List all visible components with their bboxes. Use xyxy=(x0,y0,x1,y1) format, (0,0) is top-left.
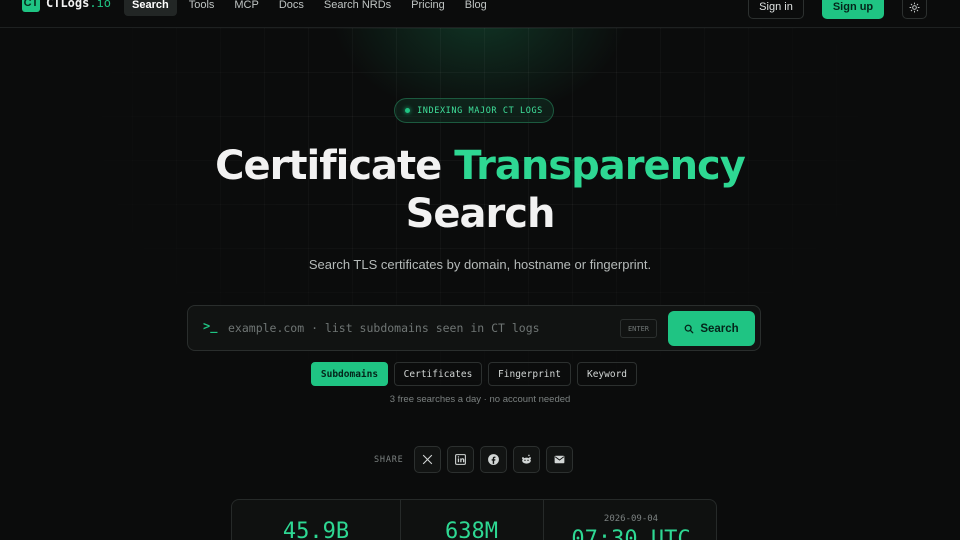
mode-fingerprint[interactable]: Fingerprint xyxy=(488,362,571,386)
nav-link-tools[interactable]: Tools xyxy=(181,0,223,16)
share-email-button[interactable] xyxy=(546,446,573,473)
nav-link-pricing[interactable]: Pricing xyxy=(403,0,453,16)
sign-up-button[interactable]: Sign up xyxy=(822,0,884,19)
share-reddit-button[interactable] xyxy=(513,446,540,473)
search-button[interactable]: Search xyxy=(668,311,755,346)
logo-tld: .io xyxy=(89,0,112,10)
search-bar: >_ ENTER Search xyxy=(187,305,761,351)
share-label: SHARE xyxy=(374,455,404,465)
theme-toggle-button[interactable] xyxy=(902,0,927,19)
stat-date: 2026-09-04 xyxy=(603,514,659,524)
nav-link-mcp[interactable]: MCP xyxy=(226,0,266,16)
title-part: Certificate xyxy=(215,143,442,189)
linkedin-icon xyxy=(455,454,466,465)
logo-text: CTLogs.io xyxy=(46,0,111,10)
logo-name: CTLogs xyxy=(46,0,90,10)
share-facebook-button[interactable] xyxy=(480,446,507,473)
nav-link-blog[interactable]: Blog xyxy=(457,0,495,16)
share-linkedin-button[interactable] xyxy=(447,446,474,473)
enter-key-hint: ENTER xyxy=(620,319,657,338)
title-accent: Transparency xyxy=(454,143,746,189)
top-nav: CT CTLogs.io Search Tools MCP Docs Searc… xyxy=(0,0,960,28)
reddit-icon xyxy=(522,454,531,464)
free-search-note: 3 free searches a day · no account neede… xyxy=(389,394,571,405)
search-input[interactable] xyxy=(228,318,608,338)
stat-time-value: 07:30 UTC xyxy=(571,527,691,540)
search-button-label: Search xyxy=(700,322,739,335)
status-dot-icon xyxy=(405,108,411,113)
search-icon xyxy=(684,324,694,333)
stat-certificates-value: 45.9B xyxy=(282,519,350,540)
nav-link-search-nrds[interactable]: Search NRDs xyxy=(316,0,399,16)
share-x-button[interactable] xyxy=(414,446,441,473)
indexing-badge: INDEXING MAJOR CT LOGS xyxy=(394,98,554,123)
page-title-line-1: Certificate Transparency xyxy=(0,143,960,189)
email-icon xyxy=(554,455,565,464)
nav-link-search[interactable]: Search xyxy=(124,0,177,16)
x-icon xyxy=(422,454,433,465)
facebook-icon xyxy=(488,454,499,465)
sign-in-button[interactable]: Sign in xyxy=(748,0,804,19)
stat-domains-value: 638M xyxy=(445,519,498,540)
logo[interactable]: CT CTLogs.io xyxy=(22,0,111,12)
mode-subdomains[interactable]: Subdomains xyxy=(311,362,388,386)
stats-panel: 45.9B 638M 2026-09-04 07:30 UTC xyxy=(231,499,717,540)
mode-certificates[interactable]: Certificates xyxy=(394,362,482,386)
badge-text: INDEXING MAJOR CT LOGS xyxy=(417,105,543,116)
sun-icon xyxy=(909,1,920,13)
terminal-prompt-icon: >_ xyxy=(203,319,218,333)
page-title-line-2: Search xyxy=(405,191,556,237)
logo-mark: CT xyxy=(22,0,40,12)
nav-link-docs[interactable]: Docs xyxy=(271,0,312,16)
nav-links: Search Tools MCP Docs Search NRDs Pricin… xyxy=(124,0,495,16)
mode-keyword[interactable]: Keyword xyxy=(577,362,637,386)
hero-subtitle: Search TLS certificates by domain, hostn… xyxy=(308,257,652,272)
